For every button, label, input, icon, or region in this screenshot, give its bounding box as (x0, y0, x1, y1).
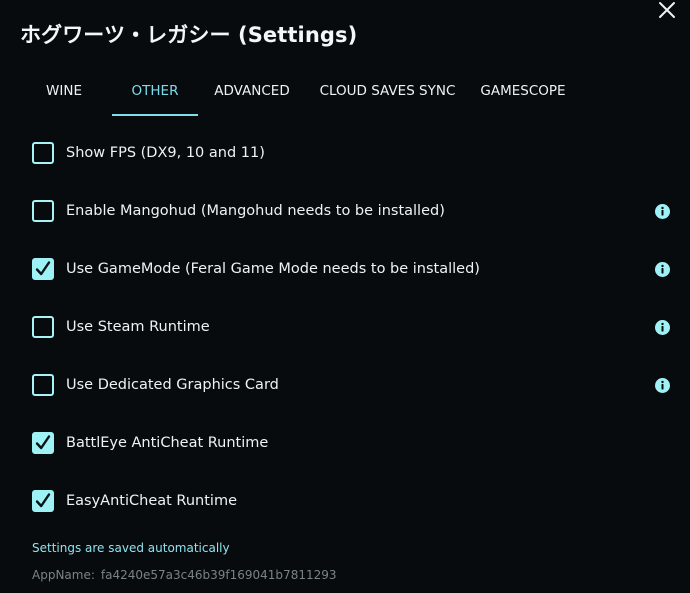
battleye-anticheat-label[interactable]: BattlEye AntiCheat Runtime (66, 435, 268, 451)
app-name: AppName: fa4240e57a3c46b39f169041b7811293 (32, 568, 337, 582)
use-dedicated-graphics-checkbox[interactable] (32, 374, 54, 396)
tab-gamescope[interactable]: GAMESCOPE (469, 66, 577, 116)
option-enable-mangohud: Enable Mangohud (Mangohud needs to be in… (32, 184, 672, 238)
battleye-anticheat-checkbox[interactable] (32, 432, 54, 454)
info-icon[interactable] (655, 262, 670, 277)
use-steam-runtime-label[interactable]: Use Steam Runtime (66, 319, 210, 335)
info-icon[interactable] (655, 204, 670, 219)
easy-anticheat-label[interactable]: EasyAntiCheat Runtime (66, 493, 237, 509)
info-icon[interactable] (655, 320, 670, 335)
show-fps-label[interactable]: Show FPS (DX9, 10 and 11) (66, 145, 265, 161)
app-name-label: AppName: (32, 568, 95, 582)
tab-wine[interactable]: WINE (16, 66, 112, 116)
use-gamemode-label[interactable]: Use GameMode (Feral Game Mode needs to b… (66, 261, 480, 277)
auto-save-note: Settings are saved automatically (32, 541, 230, 555)
enable-mangohud-label[interactable]: Enable Mangohud (Mangohud needs to be in… (66, 203, 445, 219)
option-easy-anticheat: EasyAntiCheat Runtime (32, 474, 672, 528)
close-button[interactable] (657, 0, 677, 20)
option-use-gamemode: Use GameMode (Feral Game Mode needs to b… (32, 242, 672, 296)
info-icon[interactable] (655, 378, 670, 393)
use-dedicated-graphics-label[interactable]: Use Dedicated Graphics Card (66, 377, 279, 393)
option-battleye-anticheat: BattlEye AntiCheat Runtime (32, 416, 672, 470)
app-name-value: fa4240e57a3c46b39f169041b7811293 (100, 568, 337, 582)
option-use-steam-runtime: Use Steam Runtime (32, 300, 672, 354)
use-steam-runtime-checkbox[interactable] (32, 316, 54, 338)
enable-mangohud-checkbox[interactable] (32, 200, 54, 222)
use-gamemode-checkbox[interactable] (32, 258, 54, 280)
tab-bar: WINE OTHER ADVANCED CLOUD SAVES SYNC GAM… (16, 66, 577, 116)
show-fps-checkbox[interactable] (32, 142, 54, 164)
dialog-title: ホグワーツ・レガシー (Settings) (20, 23, 358, 47)
option-show-fps: Show FPS (DX9, 10 and 11) (32, 126, 672, 180)
tab-other[interactable]: OTHER (112, 66, 198, 116)
option-use-dedicated-graphics: Use Dedicated Graphics Card (32, 358, 672, 412)
settings-dialog: ホグワーツ・レガシー (Settings) WINE OTHER ADVANCE… (0, 0, 690, 593)
check-icon (35, 261, 51, 276)
close-icon (659, 2, 675, 18)
tab-cloud-saves-sync[interactable]: CLOUD SAVES SYNC (306, 66, 469, 116)
tab-advanced[interactable]: ADVANCED (198, 66, 306, 116)
check-icon (35, 493, 51, 508)
check-icon (35, 435, 51, 450)
easy-anticheat-checkbox[interactable] (32, 490, 54, 512)
